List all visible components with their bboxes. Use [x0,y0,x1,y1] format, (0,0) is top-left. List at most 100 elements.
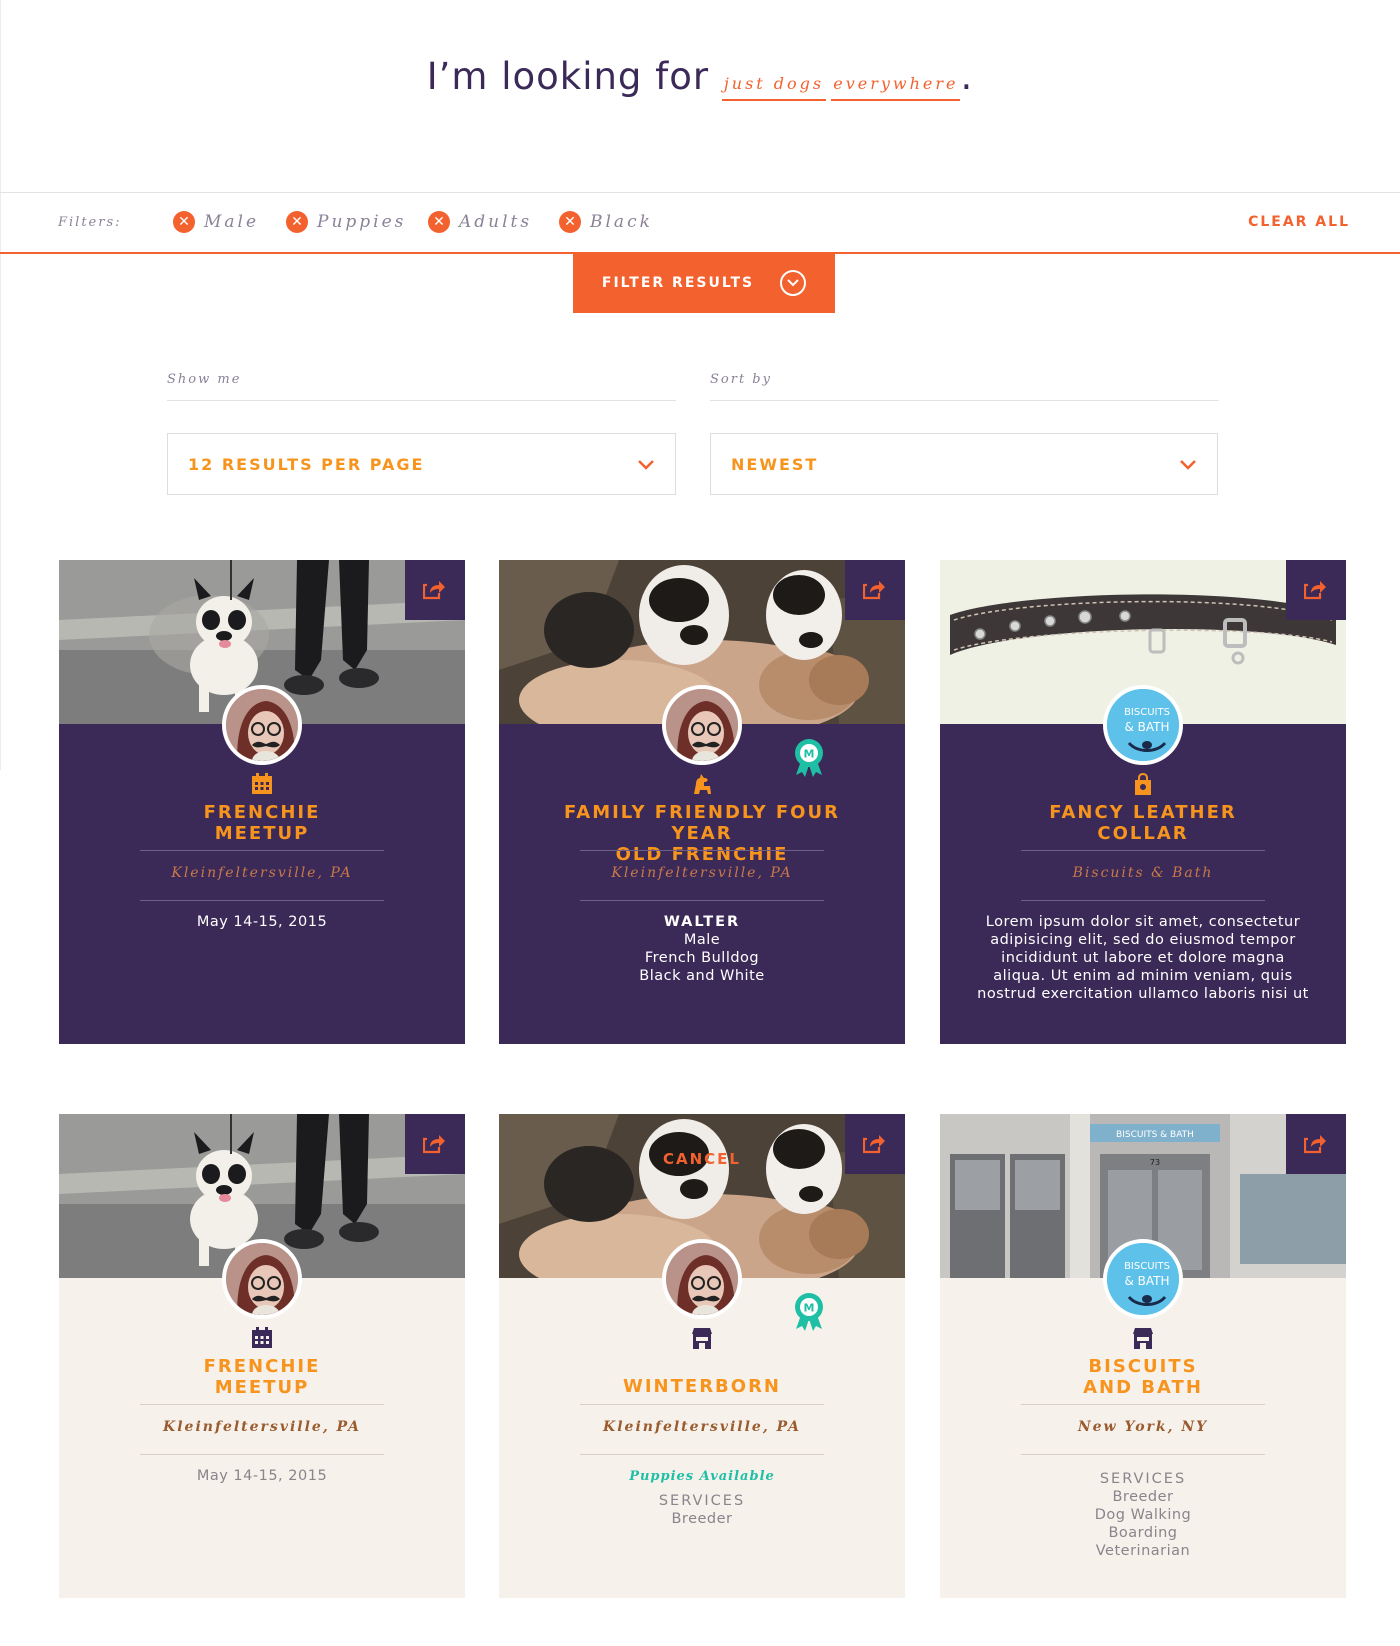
service-item: Veterinarian [1095,1543,1191,1559]
service-item: Breeder [1112,1489,1174,1505]
share-button[interactable] [405,1114,465,1174]
filter-results-label: FILTER RESULTS [601,275,755,291]
filter-chip-label: Black [590,212,653,232]
result-card-business[interactable]: BISCUITS & BATH 73 BISCUITS & BATH BISCU… [940,1114,1346,1598]
share-icon [423,579,447,600]
calendar-icon [250,1326,274,1350]
calendar-icon [250,772,274,796]
filter-results-button[interactable]: FILTER RESULTS [573,253,835,313]
description-line: incididunt ut labore et dolore magna [1001,950,1285,966]
remove-icon[interactable]: ✕ [173,211,195,233]
share-button[interactable] [845,1114,905,1174]
result-card-dog[interactable]: FAMILY FRIENDLY FOUR YEAR OLD FRENCHIE K… [499,560,905,1044]
location-dropdown[interactable]: everywhere [831,74,961,101]
divider [140,850,384,851]
description-line: nostrud exercitation ullamco laboris nis… [977,986,1309,1002]
divider [1021,1454,1265,1455]
remove-icon[interactable]: ✕ [286,211,308,233]
logo-text: BISCUITS [1124,1261,1170,1272]
services-label: SERVICES [1099,1471,1187,1487]
dog-breed: French Bulldog [644,950,760,966]
store-sign-text: BISCUITS & BATH [1116,1130,1194,1140]
share-icon [863,579,887,600]
divider [580,900,824,901]
sort-by-select[interactable]: NEWEST [710,433,1218,495]
organizer-avatar[interactable] [222,685,302,765]
card-location: Kleinfeltersville, PA [163,1419,361,1435]
filter-chip-puppies[interactable]: ✕ Puppies [286,210,406,234]
card-title[interactable]: BISCUITS AND BATH [980,1356,1306,1398]
card-details: WALTER Male French Bulldog Black and Whi… [529,913,875,985]
owner-avatar[interactable] [662,685,742,765]
filter-chip-label: Adults [459,212,533,232]
event-date: May 14-15, 2015 [196,914,328,930]
result-card-event[interactable]: FRENCHIE MEETUP Kleinfeltersville, PA Ma… [59,1114,465,1598]
share-button[interactable] [1286,1114,1346,1174]
member-ribbon-icon [793,737,825,783]
category-dropdown[interactable]: just dogs [721,74,827,101]
organizer-avatar[interactable] [222,1239,302,1319]
logo-text: & BATH [1124,1274,1169,1288]
remove-icon[interactable]: ✕ [428,211,450,233]
dog-color: Black and White [639,968,765,984]
store-logo[interactable]: BISCUITS & BATH [1103,685,1183,765]
dog-name: WALTER [663,914,741,930]
result-card-product[interactable]: BISCUITS & BATH FANCY LEATHER COLLAR Bis… [940,560,1346,1044]
card-details: Puppies Available SERVICES Breeder [529,1468,875,1528]
remove-icon[interactable]: ✕ [559,211,581,233]
puppies-available-badge: Puppies Available [629,1469,775,1484]
result-card-event[interactable]: FRENCHIE MEETUP Kleinfeltersville, PA Ma… [59,560,465,1044]
service-item: Dog Walking [1094,1507,1192,1523]
search-suffix: . [960,55,974,98]
breeder-avatar[interactable] [662,1239,742,1319]
card-title[interactable]: FRENCHIE MEETUP [99,802,425,844]
share-button[interactable] [845,560,905,620]
services-label: SERVICES [658,1493,746,1509]
share-icon [1304,579,1328,600]
filter-chip-male[interactable]: ✕ Male [173,210,259,234]
divider [1021,850,1265,851]
share-icon [1304,1133,1328,1154]
card-location: New York, NY [1077,1419,1209,1435]
card-details: SERVICES Breeder Dog Walking Boarding Ve… [970,1470,1316,1560]
show-me-label: Show me [167,372,242,387]
business-logo[interactable]: BISCUITS & BATH [1103,1239,1183,1319]
card-title-line: COLLAR [1097,823,1189,844]
card-title-line: FANCY LEATHER [1049,802,1237,823]
dog-sex: Male [683,932,721,948]
service-item: Breeder [671,1511,733,1527]
card-seller: Biscuits & Bath [1072,865,1214,881]
card-title[interactable]: FANCY LEATHER COLLAR [980,802,1306,844]
share-icon [423,1133,447,1154]
filter-chip-black[interactable]: ✕ Black [559,210,653,234]
card-location: Kleinfeltersville, PA [603,1419,801,1435]
description-line: adipisicing elit, sed do eiusmod tempor [990,932,1296,948]
result-card-breeder[interactable]: CANCEL WINTERBORN Kleinfeltersville, PA … [499,1114,905,1598]
card-details: May 14-15, 2015 [89,1467,435,1485]
card-title[interactable]: WINTERBORN [539,1376,865,1397]
card-title-line: FAMILY FRIENDLY FOUR YEAR [564,802,840,844]
card-location: Kleinfeltersville, PA [611,865,793,881]
sort-by-underline [710,400,1219,401]
store-number-text: 73 [1150,1158,1160,1167]
service-item: Boarding [1108,1525,1178,1541]
card-title[interactable]: FRENCHIE MEETUP [99,1356,425,1398]
chevron-down-icon [637,456,655,475]
share-icon [863,1133,887,1154]
card-title-line: WINTERBORN [623,1376,781,1397]
share-button[interactable] [405,560,465,620]
divider [140,1404,384,1405]
card-title-line: BISCUITS [1088,1356,1198,1377]
card-title-line: OLD FRENCHIE [615,844,789,865]
results-per-page-select[interactable]: 12 RESULTS PER PAGE [167,433,676,495]
filter-chip-label: Puppies [317,212,407,232]
card-description: Lorem ipsum dolor sit amet, consectetur … [970,913,1316,1003]
share-button[interactable] [1286,560,1346,620]
filter-chip-adults[interactable]: ✕ Adults [428,210,532,234]
clear-all-button[interactable]: CLEAR ALL [1248,214,1350,230]
description-line: Lorem ipsum dolor sit amet, consectetur [985,914,1301,930]
card-title[interactable]: FAMILY FRIENDLY FOUR YEAR OLD FRENCHIE [539,802,865,865]
filter-bar: Filters: ✕ Male ✕ Puppies ✕ Adults ✕ Bla… [0,192,1400,254]
card-title-line: FRENCHIE [203,802,321,823]
search-sentence: I’m looking for just dogs everywhere. [0,55,1400,125]
